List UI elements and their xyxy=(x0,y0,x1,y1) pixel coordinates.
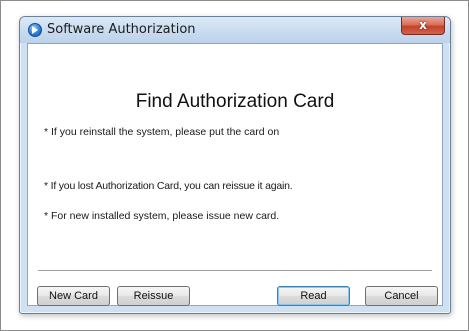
close-icon: x xyxy=(419,18,427,32)
dialog-window: Software Authorization x Find Authorizat… xyxy=(19,16,451,314)
window-title: Software Authorization xyxy=(47,22,196,37)
instruction-reinstall: * If you reinstall the system, please pu… xyxy=(44,126,280,138)
new-card-button[interactable]: New Card xyxy=(37,286,110,306)
title-bar[interactable]: Software Authorization x xyxy=(20,17,450,43)
dialog-heading: Find Authorization Card xyxy=(135,91,335,112)
app-icon xyxy=(28,23,42,37)
cancel-button[interactable]: Cancel xyxy=(365,286,438,306)
instruction-new-system: * For new installed system, please issue… xyxy=(44,210,280,222)
close-button[interactable]: x xyxy=(401,17,445,35)
read-button[interactable]: Read xyxy=(277,286,350,306)
dialog-content: Find Authorization Card * If you reinsta… xyxy=(27,43,443,306)
instruction-lost-card: * If you lost Authorization Card, you ca… xyxy=(44,180,293,192)
reissue-button[interactable]: Reissue xyxy=(117,286,190,306)
separator xyxy=(38,270,432,272)
